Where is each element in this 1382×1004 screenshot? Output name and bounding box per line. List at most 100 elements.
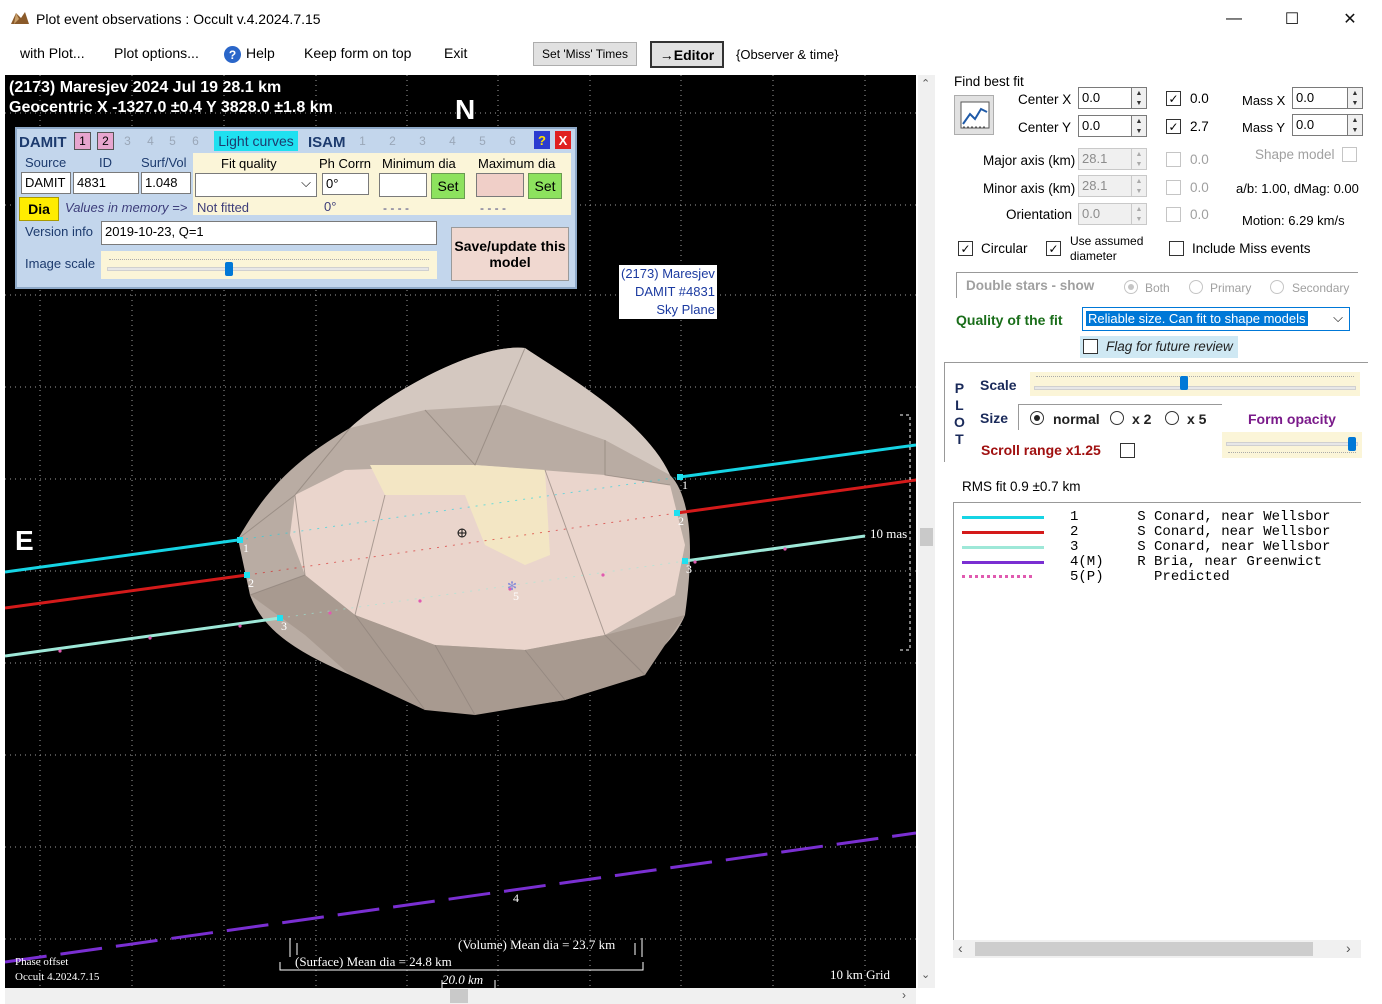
scroll-range-checkbox[interactable] xyxy=(1120,443,1135,458)
light-curves-button[interactable]: Light curves xyxy=(214,131,298,151)
circular-checkbox[interactable]: ✓ xyxy=(958,241,973,256)
version-info-field[interactable]: 2019-10-23, Q=1 xyxy=(101,221,437,245)
fit-quality-select[interactable]: ⌵ xyxy=(195,173,317,197)
orientation-checkbox[interactable] xyxy=(1166,207,1181,222)
include-miss-label: Include Miss events xyxy=(1192,241,1311,256)
hscroll-thumb[interactable] xyxy=(450,989,468,1003)
form-opacity-thumb[interactable] xyxy=(1348,437,1356,451)
chord-1-label: 1 xyxy=(243,541,249,555)
major-axis-spinner[interactable]: ▲ ▼ xyxy=(1131,148,1147,170)
center-x-field[interactable]: 0.0 xyxy=(1078,87,1132,109)
scale-slider[interactable] xyxy=(1030,372,1360,396)
plot-vscroll[interactable]: ⌃ ⌄ xyxy=(918,75,935,988)
isam-model-6[interactable]: 6 xyxy=(504,132,521,150)
ph-corr-field[interactable]: 0° xyxy=(322,173,369,195)
scroll-right-icon[interactable]: › xyxy=(1346,940,1351,956)
min-dia-field[interactable] xyxy=(379,173,427,197)
isam-model-3[interactable]: 3 xyxy=(414,132,431,150)
menu-help[interactable]: Help xyxy=(246,45,275,61)
damit-model-2[interactable]: 2 xyxy=(97,132,114,150)
mass-y-spinner[interactable]: ▲ ▼ xyxy=(1347,114,1363,136)
damit-model-4[interactable]: 4 xyxy=(142,132,159,150)
minor-axis-spinner[interactable]: ▲ ▼ xyxy=(1131,175,1147,197)
orientation-label: Orientation xyxy=(1006,207,1073,222)
surfvol-field[interactable]: 1.048 xyxy=(141,172,191,194)
shape-model-label: Shape model xyxy=(1255,147,1335,162)
maximize-button[interactable]: ☐ xyxy=(1269,0,1315,38)
scroll-down-icon[interactable]: ⌄ xyxy=(921,968,930,981)
close-button[interactable]: ✕ xyxy=(1327,0,1373,38)
orientation-field[interactable]: 0.0 xyxy=(1078,203,1132,225)
isam-model-4[interactable]: 4 xyxy=(444,132,461,150)
tab-isam[interactable]: ISAM xyxy=(308,134,346,151)
mass-y-label: Mass Y xyxy=(1242,120,1286,135)
both-radio[interactable] xyxy=(1124,280,1138,294)
id-field[interactable]: 4831 xyxy=(73,172,139,194)
center-y-checkbox[interactable]: ✓ xyxy=(1166,119,1181,134)
damit-model-6[interactable]: 6 xyxy=(187,132,204,150)
set-miss-times-button[interactable]: Set 'Miss' Times xyxy=(533,42,637,66)
menu-plot-options[interactable]: Plot options... xyxy=(114,45,199,61)
scroll-right-icon[interactable]: › xyxy=(902,988,906,1002)
find-best-fit-button[interactable] xyxy=(954,95,994,135)
editor-button[interactable]: →Editor xyxy=(650,41,724,68)
menu-exit[interactable]: Exit xyxy=(444,45,467,61)
damit-help-button[interactable]: ? xyxy=(534,131,550,149)
tab-damit[interactable]: DAMIT xyxy=(19,134,67,151)
mass-x-spinner[interactable]: ▲ ▼ xyxy=(1347,87,1363,109)
secondary-radio[interactable] xyxy=(1270,280,1284,294)
help-icon[interactable]: ? xyxy=(224,46,241,63)
use-assumed-checkbox[interactable]: ✓ xyxy=(1046,241,1061,256)
shape-model-checkbox[interactable] xyxy=(1342,147,1357,162)
damit-model-1[interactable]: 1 xyxy=(74,132,91,150)
center-y-field[interactable]: 0.0 xyxy=(1078,115,1132,137)
damit-model-3[interactable]: 3 xyxy=(119,132,136,150)
version-info-label: Version info xyxy=(25,224,93,239)
center-x-spinner[interactable]: ▲ ▼ xyxy=(1131,87,1147,109)
save-update-button[interactable]: Save/update this model xyxy=(451,227,569,281)
flag-review-checkbox[interactable] xyxy=(1083,339,1098,354)
dia-button[interactable]: Dia xyxy=(19,197,59,221)
legend-hscroll-thumb[interactable] xyxy=(975,942,1313,956)
vscroll-thumb[interactable] xyxy=(920,528,933,546)
set-max-dia-button[interactable]: Set xyxy=(528,173,562,199)
size-normal-radio[interactable] xyxy=(1030,411,1044,425)
minor-axis-field[interactable]: 28.1 xyxy=(1078,175,1132,197)
minimize-button[interactable]: — xyxy=(1211,0,1257,38)
set-min-dia-button[interactable]: Set xyxy=(431,173,465,199)
observer-legend[interactable]: 1 S Conard, near Wellsbor 2 S Conard, nea… xyxy=(953,502,1361,954)
minor-axis-checkbox[interactable] xyxy=(1166,180,1181,195)
major-axis-field[interactable]: 28.1 xyxy=(1078,148,1132,170)
image-scale-slider[interactable] xyxy=(101,251,437,279)
form-opacity-slider[interactable] xyxy=(1222,432,1362,458)
isam-model-1[interactable]: 1 xyxy=(354,132,371,150)
major-axis-checkbox[interactable] xyxy=(1166,152,1181,167)
observer-time-button[interactable]: {Observer & time} xyxy=(736,47,839,62)
shape-info-damit: DAMIT #4831 xyxy=(634,284,715,299)
include-miss-checkbox[interactable] xyxy=(1169,241,1184,256)
scroll-left-icon[interactable]: ‹ xyxy=(958,940,963,956)
center-y-spinner[interactable]: ▲ ▼ xyxy=(1131,115,1147,137)
isam-model-5[interactable]: 5 xyxy=(474,132,491,150)
isam-model-2[interactable]: 2 xyxy=(384,132,401,150)
menu-with-plot[interactable]: with Plot... xyxy=(20,45,85,61)
center-x-checkbox[interactable]: ✓ xyxy=(1166,91,1181,106)
source-field[interactable]: DAMIT xyxy=(21,172,71,194)
mass-x-field[interactable]: 0.0 xyxy=(1292,87,1348,109)
window-title: Plot event observations : Occult v.4.202… xyxy=(36,11,321,27)
orientation-spinner[interactable]: ▲ ▼ xyxy=(1131,203,1147,225)
mass-y-field[interactable]: 0.0 xyxy=(1292,114,1348,136)
quality-select[interactable]: Reliable size. Can fit to shape models ⌵ xyxy=(1082,307,1350,331)
menu-keep-on-top[interactable]: Keep form on top xyxy=(304,45,411,61)
primary-radio[interactable] xyxy=(1189,280,1203,294)
plot-hscroll[interactable]: › xyxy=(5,988,916,1004)
image-scale-thumb[interactable] xyxy=(225,262,233,276)
damit-close-button[interactable]: X xyxy=(555,131,571,149)
damit-model-5[interactable]: 5 xyxy=(164,132,181,150)
legend-hscroll[interactable]: ‹ › xyxy=(953,940,1361,958)
scroll-up-icon[interactable]: ⌃ xyxy=(921,77,930,90)
max-dia-field[interactable] xyxy=(476,173,524,197)
size-x5-radio[interactable] xyxy=(1165,411,1179,425)
scale-thumb[interactable] xyxy=(1180,376,1188,390)
size-x2-radio[interactable] xyxy=(1110,411,1124,425)
